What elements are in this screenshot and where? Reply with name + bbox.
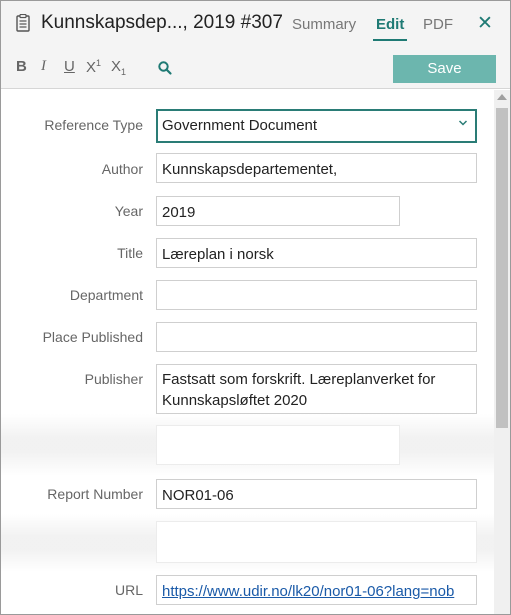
tab-summary[interactable]: Summary — [292, 16, 356, 33]
reference-type-value: Government Document — [162, 117, 318, 134]
clipboard-icon — [16, 13, 30, 32]
tab-edit[interactable]: Edit — [376, 16, 404, 33]
vertical-scrollbar[interactable] — [494, 90, 510, 614]
place-published-field[interactable] — [156, 322, 477, 352]
title-label: Title — [117, 245, 143, 261]
active-tab-indicator — [373, 39, 407, 41]
close-icon[interactable]: ✕ — [477, 14, 493, 34]
bold-button[interactable]: B — [16, 58, 27, 75]
reference-form: Reference Type Government Document Autho… — [1, 90, 494, 614]
reference-type-label: Reference Type — [44, 117, 143, 133]
title-field[interactable]: Læreplan i norsk — [156, 238, 477, 268]
hidden-field[interactable] — [156, 425, 400, 465]
reference-title: Kunnskapsdep..., 2019 #307 — [41, 12, 283, 33]
save-button[interactable]: Save — [393, 55, 496, 83]
report-number-field[interactable]: NOR01-06 — [156, 479, 477, 509]
superscript-mark: 1 — [96, 58, 102, 68]
reference-editor-panel: Kunnskapsdep..., 2019 #307 Summary Edit … — [0, 0, 511, 615]
scrollbar-thumb[interactable] — [496, 108, 508, 428]
format-toolbar: B I U X1 X1 Save — [1, 53, 510, 85]
year-field[interactable]: 2019 — [156, 196, 400, 226]
subscript-base: X — [111, 58, 122, 75]
tab-pdf[interactable]: PDF — [423, 16, 453, 33]
subscript-button[interactable]: X1 — [111, 58, 126, 77]
italic-button[interactable]: I — [41, 58, 46, 75]
author-field[interactable]: Kunnskapsdepartementet, — [156, 153, 477, 183]
chevron-down-icon — [458, 116, 468, 131]
superscript-base: X — [86, 59, 97, 76]
publisher-field[interactable]: Fastsatt som forskrift. Læreplanverket f… — [156, 364, 477, 414]
title-row: Kunnskapsdep..., 2019 #307 Summary Edit … — [1, 1, 510, 47]
url-label: URL — [114, 582, 143, 598]
department-label: Department — [69, 287, 143, 303]
underline-button[interactable]: U — [64, 58, 75, 75]
year-label: Year — [114, 203, 143, 219]
url-field[interactable]: https://www.udir.no/lk20/nor01-06?lang=n… — [156, 575, 477, 605]
editor-header: Kunnskapsdep..., 2019 #307 Summary Edit … — [1, 1, 510, 89]
author-label: Author — [101, 161, 143, 177]
report-number-label: Report Number — [47, 486, 143, 502]
subscript-mark: 1 — [121, 67, 127, 77]
reference-type-select[interactable]: Government Document — [156, 109, 477, 143]
department-field[interactable] — [156, 280, 477, 310]
publisher-label: Publisher — [84, 371, 143, 387]
superscript-button[interactable]: X1 — [86, 58, 101, 76]
hidden-field-2[interactable] — [156, 521, 477, 563]
scroll-up-arrow-icon[interactable] — [497, 94, 507, 100]
search-icon[interactable] — [157, 60, 173, 76]
place-published-label: Place Published — [42, 329, 143, 345]
